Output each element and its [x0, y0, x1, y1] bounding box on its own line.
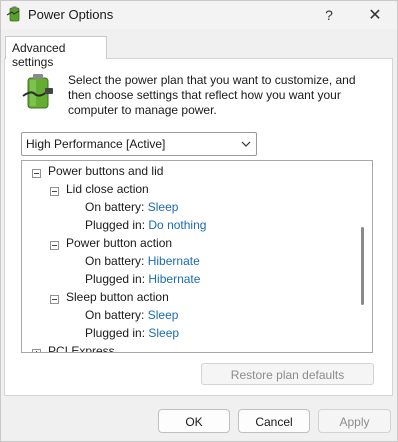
tree-item-power-button-action[interactable]: Power button action — [66, 236, 172, 254]
chevron-down-icon — [241, 141, 251, 147]
plugged-in-value[interactable]: Sleep — [148, 326, 179, 340]
cancel-button[interactable]: Cancel — [238, 409, 310, 433]
tree-item-sleep-plugged-in[interactable]: Plugged in: Sleep — [85, 326, 179, 344]
on-battery-label: On battery: — [85, 308, 145, 322]
title-bar: Power Options ? ✕ — [1, 1, 397, 29]
settings-tree[interactable]: Power buttons and lid Lid close action O… — [21, 160, 373, 353]
help-button[interactable]: ? — [307, 1, 351, 29]
tree-item-pci-express[interactable]: PCI Express — [48, 344, 115, 352]
battery-plug-icon — [22, 74, 53, 109]
tree-item-lid-on-battery[interactable]: On battery: Sleep — [85, 200, 178, 218]
window-title: Power Options — [28, 7, 114, 22]
restore-plan-defaults-button[interactable]: Restore plan defaults — [201, 363, 374, 385]
tree-item-sleep-button-action[interactable]: Sleep button action — [66, 290, 169, 308]
tree-item-power-on-battery[interactable]: On battery: Hibernate — [85, 254, 200, 272]
on-battery-label: On battery: — [85, 200, 145, 214]
plan-description: Select the power plan that you want to c… — [68, 73, 356, 117]
close-button[interactable]: ✕ — [353, 1, 397, 29]
power-options-window: Power Options ? ✕ Advanced settings Sele… — [0, 0, 398, 442]
tree-scrollbar[interactable] — [361, 227, 364, 305]
collapse-toggle-sleep-button[interactable] — [50, 295, 59, 304]
on-battery-value[interactable]: Sleep — [148, 308, 179, 322]
tab-advanced-settings[interactable]: Advanced settings — [5, 36, 107, 69]
on-battery-label: On battery: — [85, 254, 145, 268]
tree-item-lid-close-action[interactable]: Lid close action — [66, 182, 149, 200]
plugged-in-label: Plugged in: — [85, 326, 146, 340]
collapse-toggle-power-buttons[interactable] — [32, 169, 41, 178]
power-options-icon — [6, 6, 20, 22]
power-plan-select[interactable]: High Performance [Active] — [21, 132, 257, 156]
ok-button[interactable]: OK — [158, 409, 230, 433]
apply-button[interactable]: Apply — [318, 409, 391, 433]
on-battery-value[interactable]: Sleep — [148, 200, 179, 214]
power-plan-select-value: High Performance [Active] — [26, 137, 166, 151]
expand-toggle-pci-express[interactable] — [32, 349, 41, 352]
tree-item-sleep-on-battery[interactable]: On battery: Sleep — [85, 308, 178, 326]
plugged-in-label: Plugged in: — [85, 218, 146, 232]
plugged-in-value[interactable]: Hibernate — [148, 272, 200, 286]
collapse-toggle-lid-close[interactable] — [50, 187, 59, 196]
tree-item-power-plugged-in[interactable]: Plugged in: Hibernate — [85, 272, 200, 290]
collapse-toggle-power-button[interactable] — [50, 241, 59, 250]
plugged-in-value[interactable]: Do nothing — [148, 218, 206, 232]
tree-item-lid-plugged-in[interactable]: Plugged in: Do nothing — [85, 218, 206, 236]
tree-item-power-buttons-and-lid[interactable]: Power buttons and lid — [48, 164, 163, 182]
plugged-in-label: Plugged in: — [85, 272, 146, 286]
on-battery-value[interactable]: Hibernate — [148, 254, 200, 268]
